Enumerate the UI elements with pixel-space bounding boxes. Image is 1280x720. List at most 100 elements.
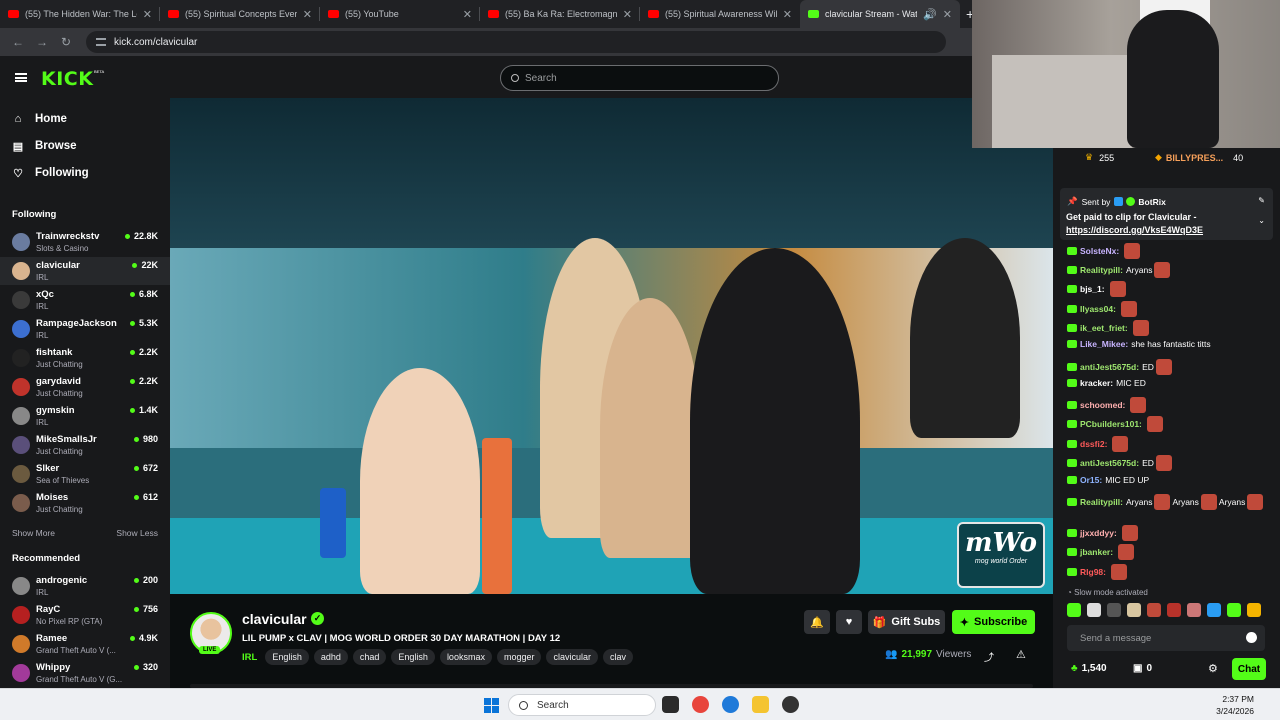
file-explorer-icon[interactable] — [752, 696, 769, 713]
chat-username[interactable]: Realitypill: — [1080, 265, 1123, 275]
forward-icon[interactable]: → — [30, 35, 54, 49]
site-info-icon[interactable] — [96, 38, 106, 46]
close-icon[interactable]: ✕ — [623, 8, 632, 21]
tag[interactable]: looksmax — [439, 649, 492, 665]
close-icon[interactable]: ✕ — [303, 8, 312, 21]
sidebar-channel[interactable]: Slker Sea of Thieves 672 — [0, 460, 170, 488]
notification-bell-button[interactable]: 🔔 — [804, 610, 830, 634]
sidebar-channel[interactable]: garydavid Just Chatting 2.2K — [0, 373, 170, 401]
obs-icon[interactable] — [782, 696, 799, 713]
menu-icon[interactable] — [15, 73, 27, 82]
sidebar-channel[interactable]: RayC No Pixel RP (GTA) 756 — [0, 601, 170, 629]
kick-logo[interactable]: KICK — [41, 68, 93, 90]
chrome-icon[interactable] — [692, 696, 709, 713]
chat-leaderboard-entry[interactable]: ♛ 255 — [1085, 152, 1114, 163]
tag[interactable]: clavicular — [546, 649, 598, 665]
emote-icon[interactable] — [1087, 603, 1101, 617]
follow-button[interactable]: ♥ — [836, 610, 862, 634]
browser-tab[interactable]: (55) Spiritual Concepts Everyone ✕ — [160, 0, 320, 28]
chat-username[interactable]: ik_eet_friet: — [1080, 323, 1128, 333]
pinned-link[interactable]: https://discord.gg/VksE4WqD3E — [1066, 225, 1203, 235]
sidebar-channel[interactable]: fishtank Just Chatting 2.2K — [0, 344, 170, 372]
chat-username[interactable]: Like_Mikee: — [1080, 339, 1128, 349]
nav-home[interactable]: ⌂ Home — [12, 110, 67, 128]
category-link[interactable]: IRL — [242, 652, 257, 663]
chat-username[interactable]: SolsteNx: — [1080, 246, 1119, 256]
tag[interactable]: adhd — [313, 649, 348, 665]
sidebar-channel[interactable]: androgenic IRL 200 — [0, 572, 170, 600]
nav-following[interactable]: ♡ Following — [12, 164, 89, 182]
emote-icon[interactable] — [1247, 603, 1261, 617]
emote-icon[interactable] — [1207, 603, 1221, 617]
emote-icon[interactable] — [1067, 603, 1081, 617]
browser-tab[interactable]: (55) The Hidden War: The Loosi ✕ — [0, 0, 160, 28]
chat-username[interactable]: bjs_1: — [1080, 284, 1105, 294]
search-input[interactable]: Search — [500, 65, 779, 91]
sidebar-channel[interactable]: gymskin IRL 1.4K — [0, 402, 170, 430]
report-icon[interactable]: ⚠ — [1016, 648, 1026, 661]
sidebar-channel[interactable]: Trainwreckstv Slots & Casino 22.8K — [0, 228, 170, 256]
gear-icon[interactable]: ⚙ — [1208, 662, 1218, 675]
subscribe-button[interactable]: ✦ Subscribe — [952, 610, 1035, 634]
emote-icon[interactable] — [1187, 603, 1201, 617]
back-icon[interactable]: ← — [6, 35, 30, 49]
close-icon[interactable]: ✕ — [463, 8, 472, 21]
browser-tab-active[interactable]: clavicular Stream - Watch L 🔊 ✕ — [800, 0, 960, 28]
chat-send-button[interactable]: Chat — [1232, 658, 1266, 680]
reload-icon[interactable]: ↻ — [54, 35, 78, 49]
emote-icon[interactable] — [1227, 603, 1241, 617]
sidebar-channel[interactable]: MikeSmallsJr Just Chatting 980 — [0, 431, 170, 459]
tag[interactable]: clav — [602, 649, 633, 665]
emoji-picker-icon[interactable] — [1246, 632, 1257, 643]
chat-input[interactable]: Send a message — [1067, 625, 1265, 651]
chat-username[interactable]: dssfi2: — [1080, 439, 1107, 449]
gift-subs-button[interactable]: 🎁 Gift Subs — [868, 610, 945, 634]
sidebar-channel[interactable]: Ramee Grand Theft Auto V (... 4.9K — [0, 630, 170, 658]
sidebar-channel[interactable]: RampageJackson IRL 5.3K — [0, 315, 170, 343]
channel-points[interactable]: ♣ 1,540 — [1071, 663, 1107, 674]
browser-tab[interactable]: (55) YouTube ✕ — [320, 0, 480, 28]
chat-username[interactable]: antiJest5675d: — [1080, 458, 1139, 468]
edge-icon[interactable] — [722, 696, 739, 713]
tag[interactable]: English — [265, 649, 309, 665]
chat-username[interactable]: antiJest5675d: — [1080, 362, 1139, 372]
emote-icon[interactable] — [1167, 603, 1181, 617]
show-less-link[interactable]: Show Less — [116, 528, 158, 538]
drops-counter[interactable]: ▣ 0 — [1133, 663, 1152, 674]
emote-icon[interactable] — [1147, 603, 1161, 617]
close-icon[interactable]: ✕ — [943, 8, 952, 21]
speaker-icon[interactable]: 🔊 — [923, 8, 937, 21]
sidebar-channel[interactable]: Whippy Grand Theft Auto V (G... 320 — [0, 659, 170, 687]
tag[interactable]: mogger — [496, 649, 542, 665]
chat-username[interactable]: Realitypill: — [1080, 497, 1123, 507]
tag[interactable]: chad — [352, 649, 387, 665]
chevron-down-icon[interactable]: ⌄ — [1258, 216, 1265, 225]
chat-username[interactable]: jbanker: — [1080, 547, 1113, 557]
unpin-icon[interactable]: ✎ — [1258, 196, 1265, 205]
tag[interactable]: English — [391, 649, 435, 665]
taskbar-search[interactable]: Search — [508, 694, 656, 716]
browser-tab[interactable]: (55) Spiritual Awareness Will Re ✕ — [640, 0, 800, 28]
chat-username[interactable]: PCbuilders101: — [1080, 419, 1142, 429]
nav-browse[interactable]: ▤ Browse — [12, 137, 77, 155]
chat-username[interactable]: jjxxddyy: — [1080, 528, 1117, 538]
chat-leaderboard-entry[interactable]: ◆ BILLYPRES... 40 — [1155, 152, 1243, 163]
address-bar[interactable]: kick.com/clavicular — [86, 31, 946, 53]
chat-username[interactable]: Rlg98: — [1080, 567, 1106, 577]
chat-username[interactable]: schoomed: — [1080, 400, 1125, 410]
emote-icon[interactable] — [1127, 603, 1141, 617]
start-icon[interactable] — [484, 698, 499, 713]
show-more-link[interactable]: Show More — [12, 528, 55, 538]
streamer-name[interactable]: clavicular — [242, 611, 307, 627]
close-icon[interactable]: ✕ — [143, 8, 152, 21]
close-icon[interactable]: ✕ — [783, 8, 792, 21]
sidebar-channel[interactable]: Moises Just Chatting 612 — [0, 489, 170, 517]
task-view-icon[interactable] — [662, 696, 679, 713]
video-player[interactable]: mWo mog world Order — [170, 98, 1053, 594]
pinned-author[interactable]: BotRix — [1138, 197, 1165, 207]
chat-username[interactable]: Or15: — [1080, 475, 1102, 485]
chat-username[interactable]: kracker: — [1080, 378, 1113, 388]
chat-username[interactable]: Ilyass04: — [1080, 304, 1116, 314]
browser-tab[interactable]: (55) Ba Ka Ra: Electromagnetic ✕ — [480, 0, 640, 28]
emote-icon[interactable] — [1107, 603, 1121, 617]
